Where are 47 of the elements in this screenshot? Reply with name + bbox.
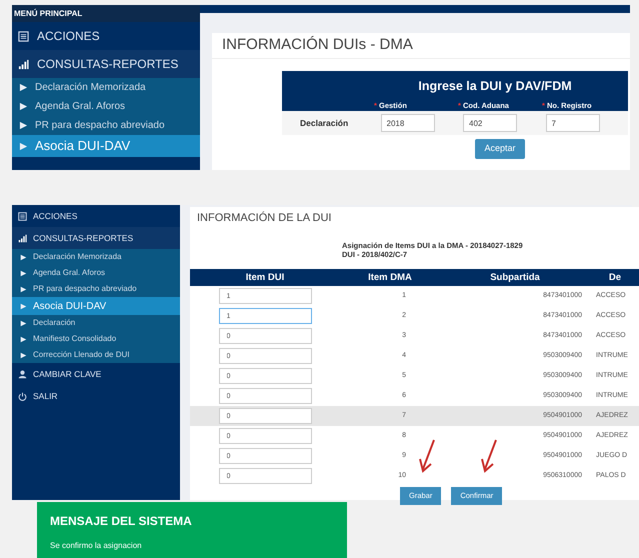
menu-header: MENÚ PRINCIPAL: [12, 5, 200, 22]
triangle-icon: [20, 286, 27, 292]
input-field[interactable]: 402: [463, 114, 518, 132]
column-header: Item DUI: [244, 271, 286, 285]
sidebar-item[interactable]: Agenda Gral. Aforos: [12, 97, 200, 116]
column-header: Subpartida: [489, 271, 541, 285]
signal-bars-icon: [18, 234, 27, 242]
sidebar-section[interactable]: CONSULTAS-REPORTES: [12, 50, 200, 78]
message-text: Se confirmo la asignacion: [50, 540, 143, 552]
sidebar-section[interactable]: CONSULTAS-REPORTES: [12, 227, 180, 249]
page-title: INFORMACIÓN DUIs - DMA: [212, 33, 630, 59]
input-field[interactable]: 2018: [380, 114, 435, 132]
arrow-annotation: [418, 439, 436, 473]
accept-button[interactable]: Aceptar: [475, 139, 525, 159]
column-header: Item DMA: [367, 271, 413, 285]
sidebar-item[interactable]: Declaración Memorizada: [12, 78, 200, 97]
triangle-icon: [20, 336, 27, 342]
message-title: MENSAJE DEL SISTEMA: [50, 513, 193, 530]
row-label: Declaración: [299, 116, 350, 130]
triangle-icon: [19, 121, 28, 130]
signal-bars-icon: [18, 58, 29, 70]
triangle-icon: [20, 352, 27, 358]
list-icon: [18, 30, 29, 42]
page-title: INFORMACIÓN DE LA DUI: [196, 210, 332, 226]
triangle-icon: [19, 102, 28, 111]
triangle-icon: [20, 254, 27, 260]
sidebar-item[interactable]: Declaración Memorizada: [12, 249, 180, 265]
power-icon: [18, 392, 27, 400]
column-header: De: [608, 271, 622, 285]
triangle-icon: [19, 83, 28, 92]
form-heading: Ingrese la DUI y DAV/FDM: [417, 78, 573, 95]
triangle-icon: [20, 270, 27, 276]
sidebar-item[interactable]: PR para despacho abreviado: [12, 116, 200, 135]
triangle-icon: [20, 302, 27, 310]
triangle-icon: [20, 320, 27, 326]
sidebar-item[interactable]: Corrección Llenado de DUI: [12, 347, 180, 363]
list-icon: [18, 212, 27, 220]
sidebar-item[interactable]: Asocia DUI-DAV: [12, 135, 200, 157]
triangle-icon: [19, 142, 28, 150]
input-field[interactable]: 7: [546, 114, 600, 132]
sidebar-item[interactable]: Declaración: [12, 315, 180, 331]
arrow-annotation: [480, 439, 498, 473]
user-icon: [18, 370, 27, 378]
sidebar-item[interactable]: Asocia DUI-DAV: [12, 297, 180, 315]
sidebar-item[interactable]: Manifiesto Consolidado: [12, 331, 180, 347]
sidebar-item[interactable]: PR para despacho abreviado: [12, 281, 180, 297]
sidebar-item[interactable]: Agenda Gral. Aforos: [12, 265, 180, 281]
